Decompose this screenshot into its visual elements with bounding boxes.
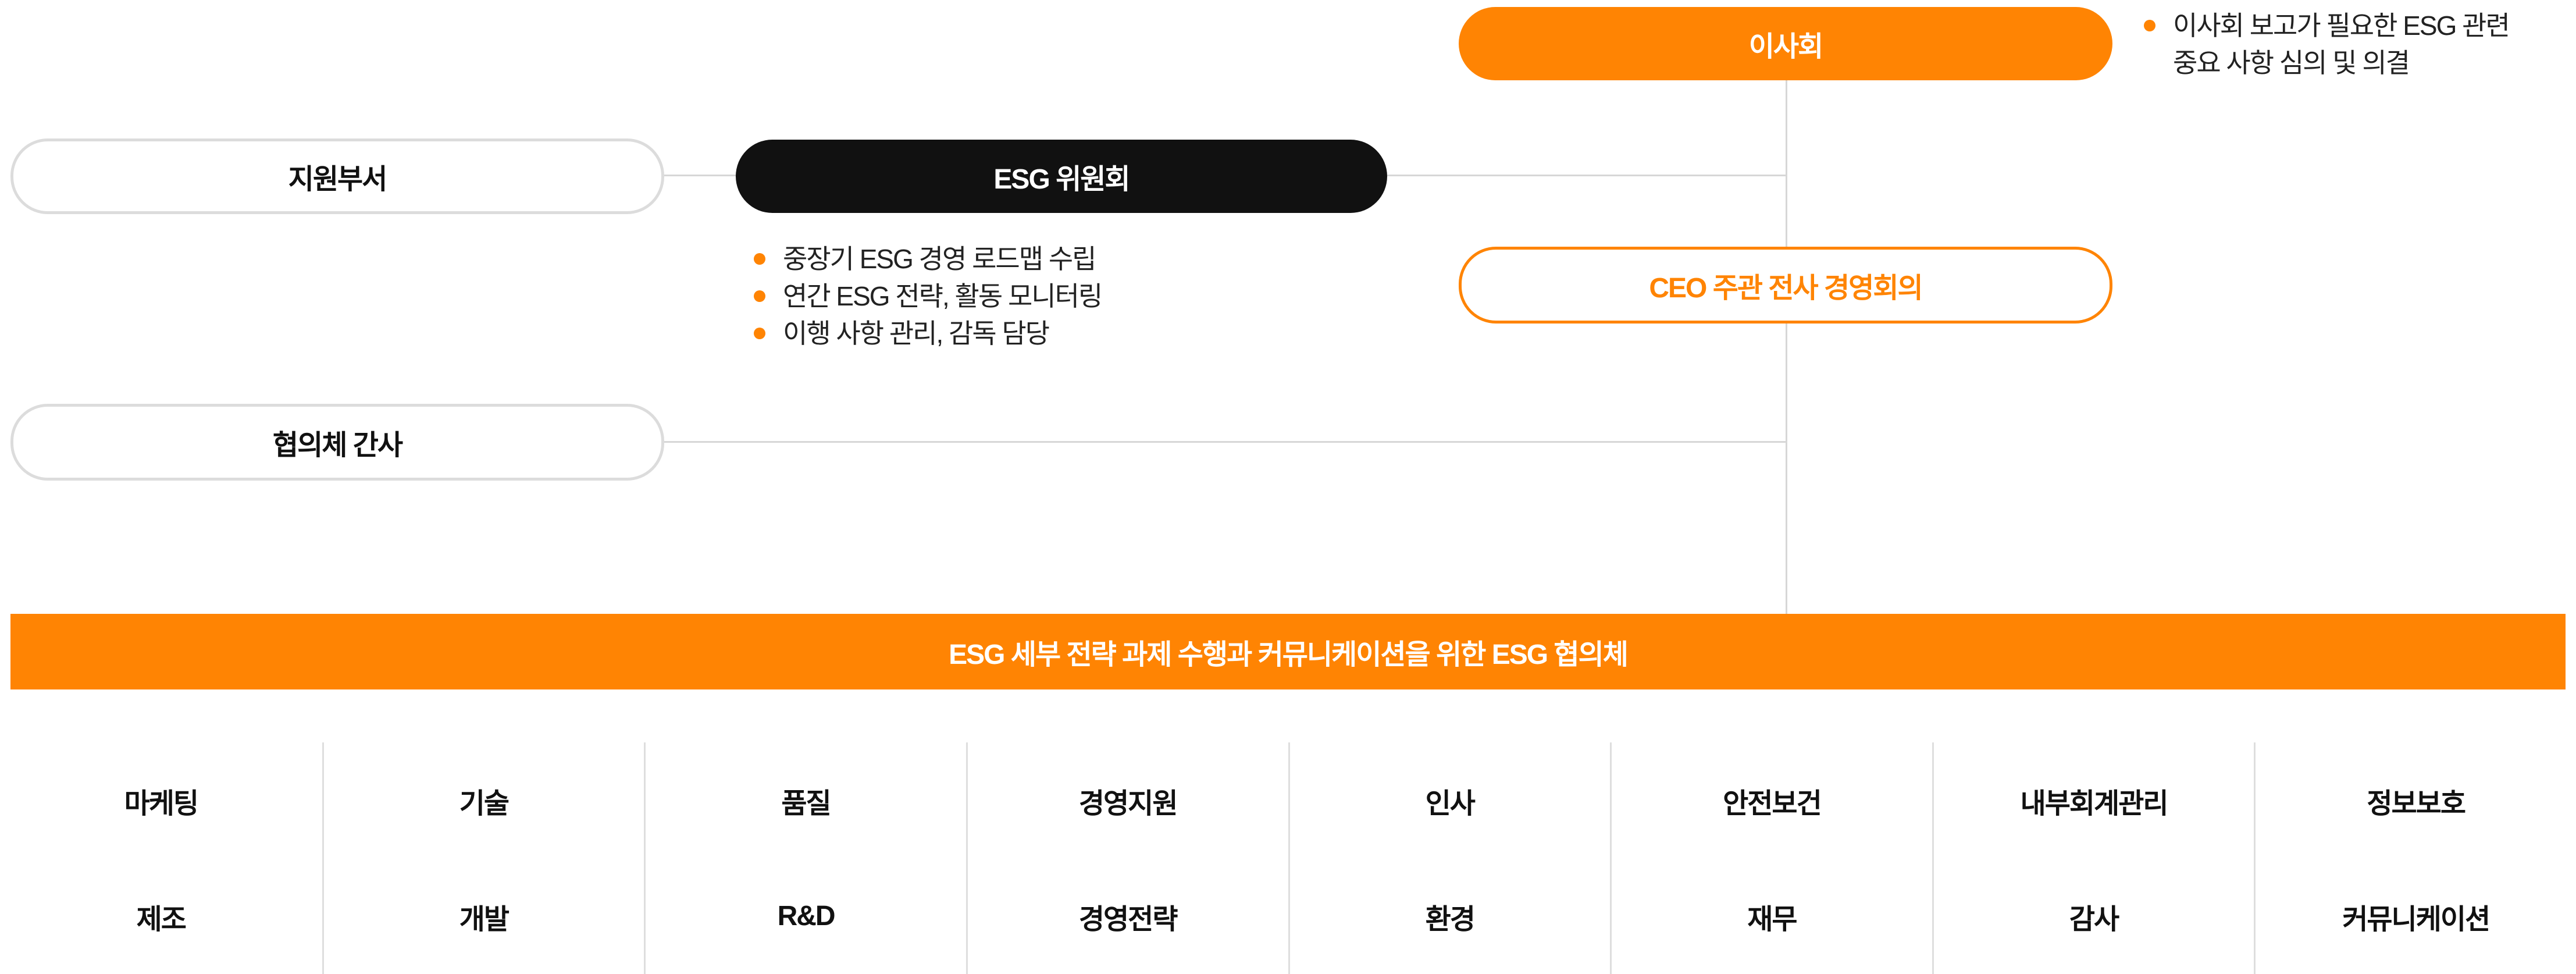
ceo-meeting-box: CEO 주관 전사 경영회의	[1459, 247, 2112, 324]
support-dept-label: 지원부서	[288, 164, 388, 195]
esg-committee-label: ESG 위원회	[993, 164, 1130, 195]
council-member-cell: 인사	[1288, 742, 1611, 858]
committee-duty: 이행 사항 관리, 감독 담당	[750, 315, 1102, 352]
bullet-icon	[754, 253, 765, 265]
council-member-cell: 마케팅	[124, 788, 199, 819]
esg-council-banner: ESG 세부 전략 과제 수행과 커뮤니케이션을 위한 ESG 협의체	[10, 614, 2566, 689]
board-label: 이사회	[1748, 31, 1823, 62]
bullet-icon	[754, 290, 765, 302]
council-member-cell: 안전보건	[1610, 742, 1932, 858]
council-member-cell: 재무	[1610, 858, 1932, 974]
committee-duties: 중장기 ESG 경영 로드맵 수립 연간 ESG 전략, 활동 모니터링 이행 …	[750, 240, 1103, 352]
board-box: 이사회	[1459, 7, 2112, 80]
council-member-cell: 경영전략	[965, 858, 1288, 974]
vertical-trunk-line	[1786, 76, 1787, 614]
committee-duty: 중장기 ESG 경영 로드맵 수립	[750, 240, 1102, 278]
support-dept-box: 지원부서	[10, 138, 664, 214]
council-member-cell: R&D	[644, 858, 966, 974]
committee-duty: 연간 ESG 전략, 활동 모니터링	[750, 278, 1103, 315]
council-member-grid: 마케팅 기술 품질 경영지원 인사 안전보건 내부회계관리 정보보호 제조 개발…	[0, 742, 2576, 974]
council-secretary-label: 협의체 간사	[272, 430, 403, 461]
council-member-cell: 품질	[644, 742, 966, 858]
support-dept-connector	[663, 175, 737, 176]
council-secretary-box: 협의체 간사	[10, 404, 664, 481]
council-member-cell: 정보보호	[2254, 742, 2576, 858]
board-notes: 이사회 보고가 필요한 ESG 관련 중요 사항 심의 및 의결	[2140, 7, 2510, 81]
council-member-cell: 환경	[1288, 858, 1611, 974]
board-note: 중요 사항 심의 및 의결	[2173, 48, 2410, 78]
council-member-cell: 커뮤니케이션	[2254, 858, 2576, 974]
ceo-meeting-label: CEO 주관 전사 경영회의	[1649, 273, 1923, 304]
bullet-icon	[754, 328, 765, 339]
committee-connector	[1387, 175, 1787, 176]
council-member-cell: 내부회계관리	[1932, 742, 2254, 858]
esg-council-banner-label: ESG 세부 전략 과제 수행과 커뮤니케이션을 위한 ESG 협의체	[949, 639, 1629, 670]
council-member-cell: 감사	[1932, 858, 2254, 974]
council-member-cell: 경영지원	[965, 742, 1288, 858]
council-member-cell: 제조	[136, 904, 187, 935]
council-member-cell: 개발	[322, 858, 644, 974]
council-member-cell: 기술	[322, 742, 644, 858]
council-secretary-connector	[663, 441, 1787, 443]
esg-committee-box: ESG 위원회	[736, 140, 1387, 213]
bullet-icon	[2144, 20, 2155, 31]
board-note: 이사회 보고가 필요한 ESG 관련	[2140, 7, 2510, 44]
